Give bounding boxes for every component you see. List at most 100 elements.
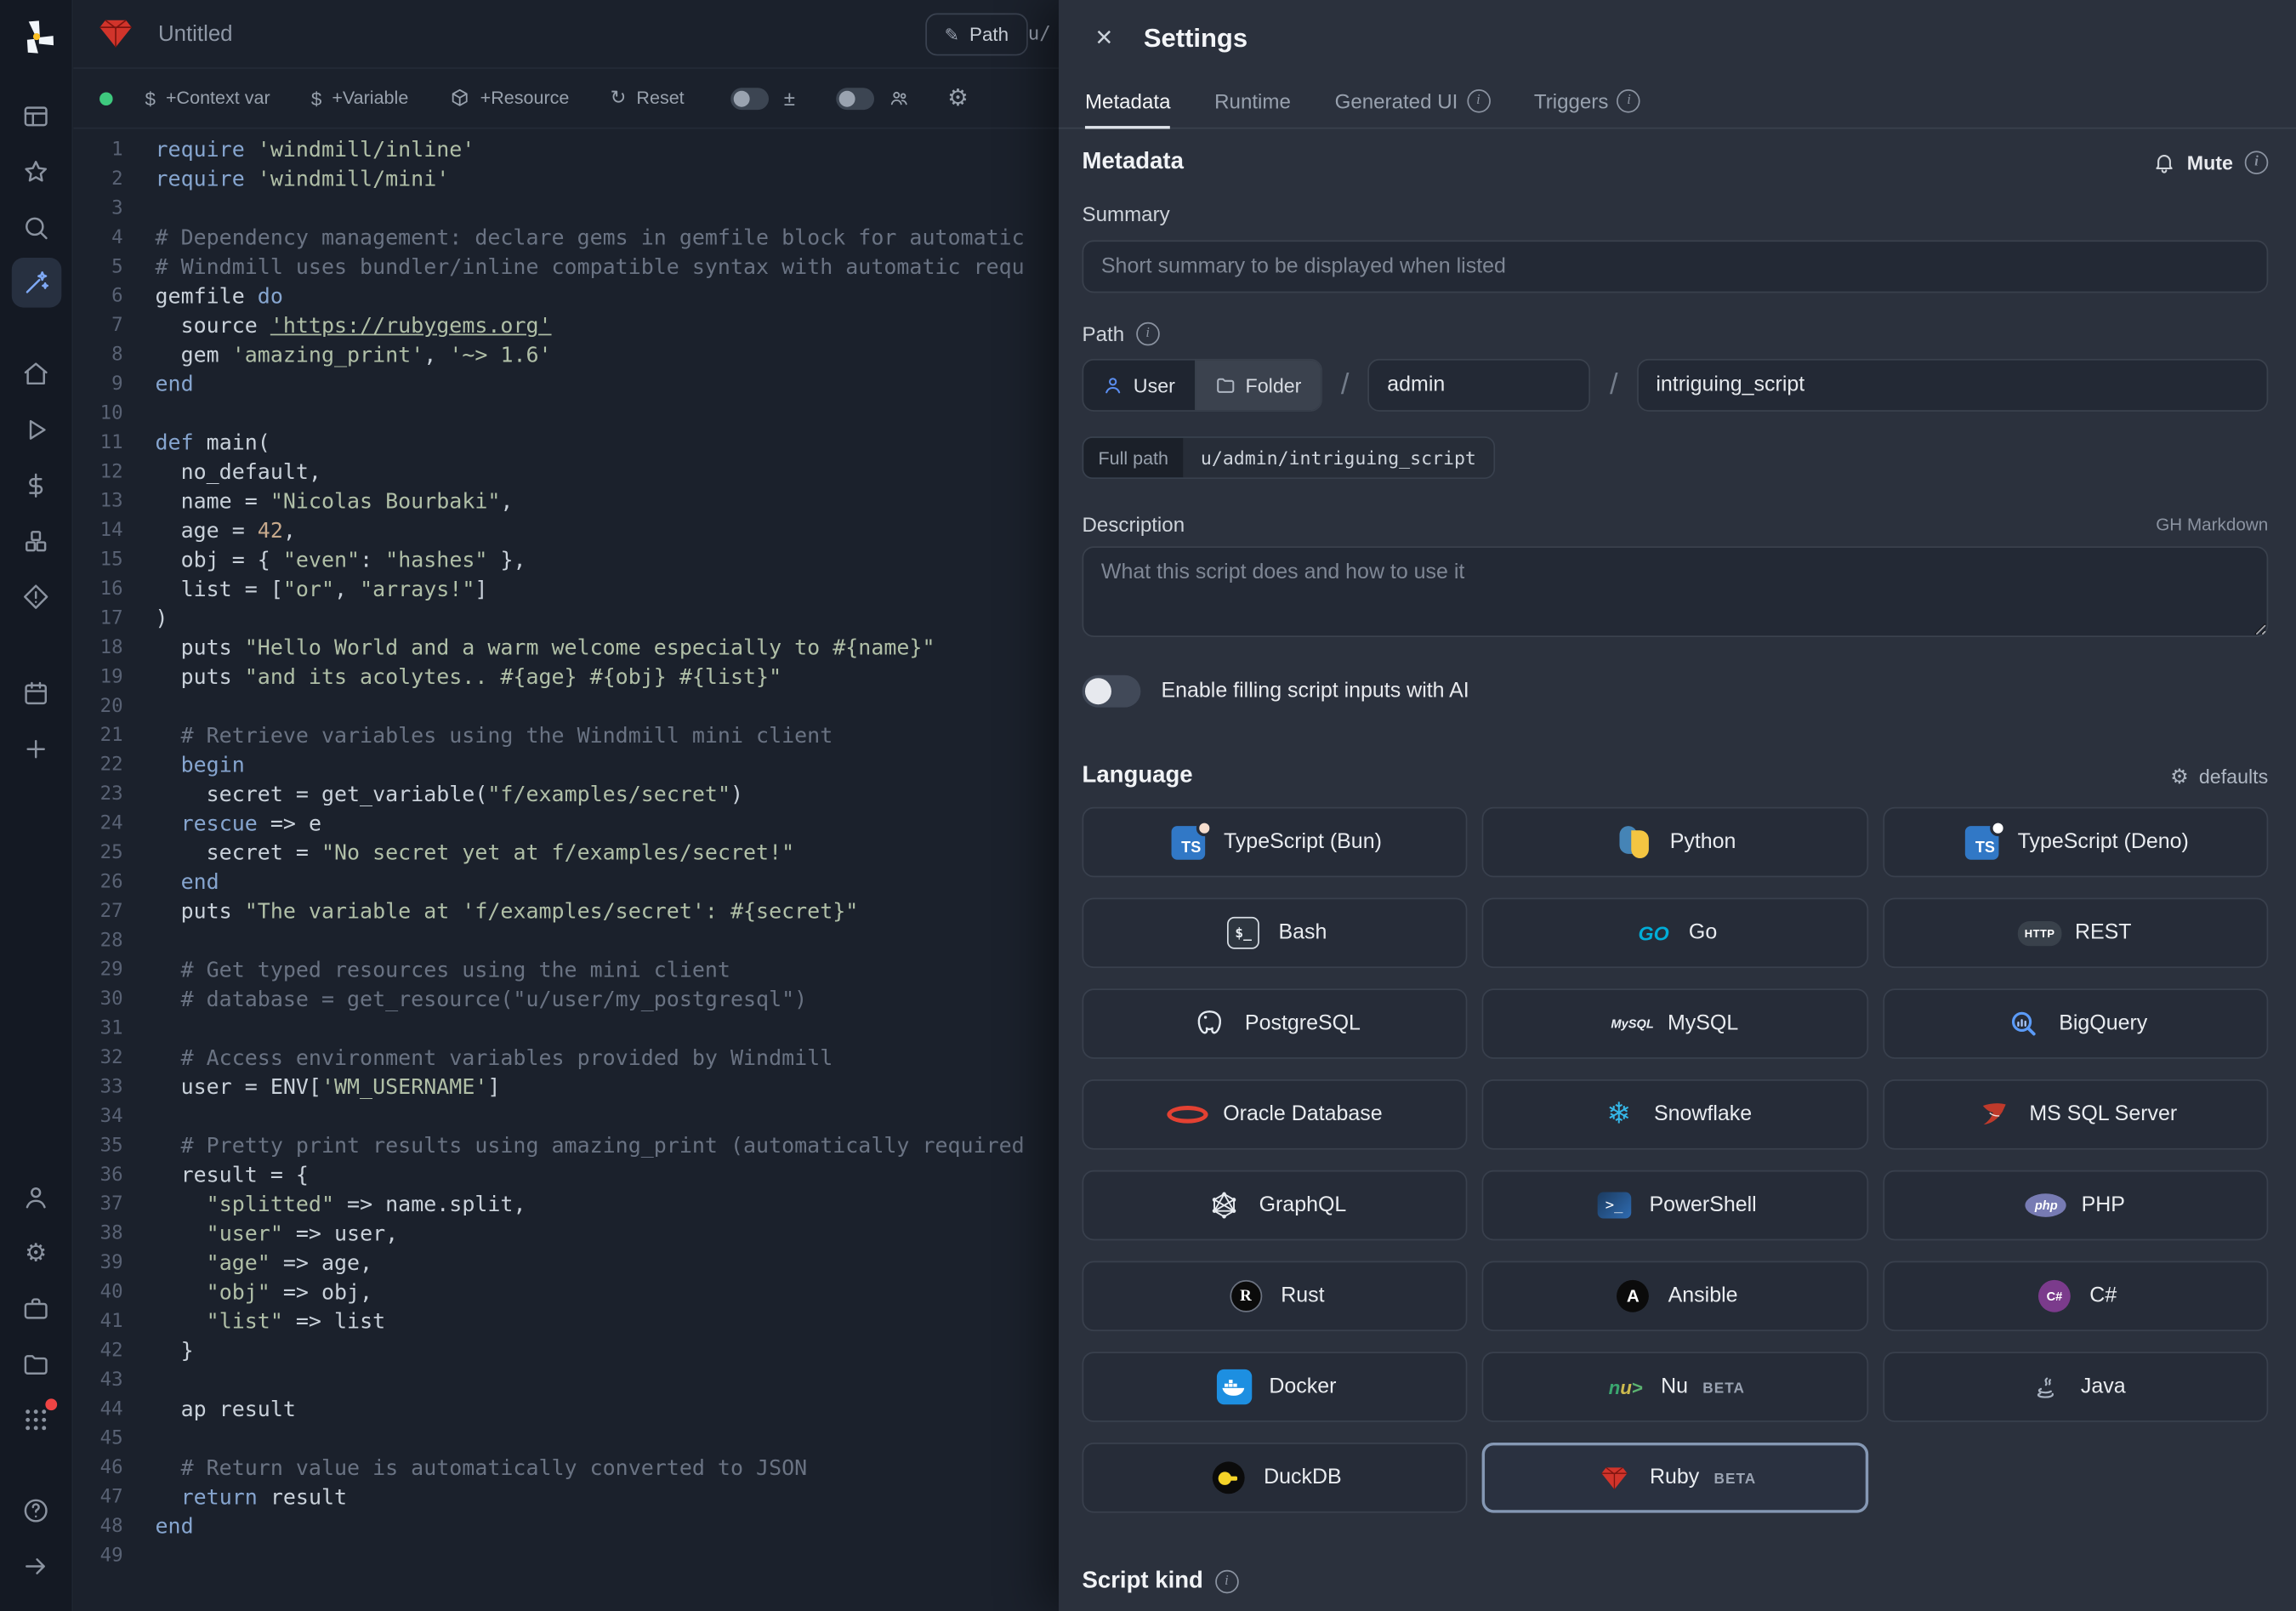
language-powershell[interactable]: >_PowerShell	[1482, 1170, 1867, 1241]
dollar-icon: $	[311, 87, 321, 109]
tab-generated-ui[interactable]: Generated UI i	[1335, 89, 1491, 128]
language-postgresql[interactable]: PostgreSQL	[1083, 988, 1468, 1059]
language-ansible[interactable]: AAnsible	[1482, 1261, 1867, 1331]
language-go[interactable]: GOGo	[1482, 897, 1867, 968]
editor-settings-icon[interactable]: ⚙	[947, 83, 969, 112]
code-text: require 'windmill/inline'	[156, 136, 475, 165]
close-button[interactable]: ×	[1083, 16, 1127, 60]
description-textarea[interactable]	[1083, 546, 2269, 637]
sidebar-item-help[interactable]	[11, 1485, 61, 1535]
language-graphql[interactable]: GraphQL	[1083, 1170, 1468, 1241]
language-oracle-database[interactable]: Oracle Database	[1083, 1079, 1468, 1150]
line-number: 35	[73, 1132, 155, 1161]
info-icon[interactable]: i	[1467, 89, 1491, 113]
sidebar-item-grid[interactable]	[11, 1394, 61, 1444]
docker-icon	[1213, 1368, 1254, 1406]
sidebar-item-alert-diamond[interactable]	[11, 572, 61, 622]
python-icon	[1614, 823, 1655, 862]
tab-triggers[interactable]: Triggers i	[1534, 89, 1640, 128]
info-icon[interactable]: i	[1136, 322, 1160, 346]
owner-input[interactable]	[1368, 359, 1591, 412]
cube-icon	[450, 88, 470, 108]
info-icon[interactable]: i	[1617, 89, 1641, 113]
script-name-input[interactable]	[1637, 359, 2268, 412]
script-title-input[interactable]: Untitled	[158, 21, 451, 46]
language-java[interactable]: Java	[1883, 1352, 2268, 1422]
sidebar-item-folder[interactable]	[11, 1339, 61, 1389]
folder-toggle[interactable]: Folder	[1194, 361, 1321, 411]
diff-icon[interactable]: ±	[784, 87, 795, 111]
code-text: require 'windmill/mini'	[156, 166, 450, 195]
code-text: result = {	[156, 1161, 309, 1190]
ai-fill-toggle[interactable]	[1083, 675, 1141, 708]
sidebar-item-search[interactable]	[11, 202, 61, 253]
path-button[interactable]: ✎ Path	[925, 13, 1027, 55]
language-label: Java	[2081, 1375, 2126, 1399]
code-text: }	[156, 1337, 194, 1366]
add-variable-button[interactable]: $ +Variable	[311, 87, 408, 109]
sidebar-item-collapse[interactable]	[11, 1540, 61, 1591]
language-nu[interactable]: nu>NuBETA	[1482, 1352, 1867, 1422]
path-separator: /	[1341, 368, 1350, 402]
defaults-button[interactable]: ⚙ defaults	[2170, 764, 2268, 788]
sidebar-item-gear[interactable]: ⚙	[11, 1227, 61, 1278]
code-text: "age" => age,	[156, 1250, 373, 1278]
language-c[interactable]: C#C#	[1883, 1261, 2268, 1331]
summary-input[interactable]	[1083, 240, 2269, 293]
line-number: 9	[73, 371, 155, 400]
sidebar-item-calendar[interactable]	[11, 668, 61, 718]
mssql-icon	[1974, 1096, 2015, 1134]
sidebar-item-plus[interactable]	[11, 724, 61, 774]
full-path: Full path u/admin/intriguing_script	[1083, 436, 1496, 479]
language-duckdb[interactable]: DuckDB	[1083, 1443, 1468, 1513]
sidebar-item-dollar[interactable]	[11, 460, 61, 510]
add-context-var-button[interactable]: $ +Context var	[145, 87, 270, 109]
sidebar-item-user[interactable]	[11, 1171, 61, 1221]
info-icon[interactable]: i	[1215, 1570, 1239, 1594]
beta-badge: BETA	[1713, 1472, 1756, 1488]
nu-icon: nu>	[1605, 1368, 1646, 1406]
language-ms-sql-server[interactable]: MS SQL Server	[1883, 1079, 2268, 1150]
sidebar-item-blocks[interactable]	[11, 515, 61, 566]
full-path-label: Full path	[1083, 438, 1183, 477]
language-rust[interactable]: RRust	[1083, 1261, 1468, 1331]
tab-metadata[interactable]: Metadata	[1085, 89, 1171, 128]
bash-icon: $_	[1223, 914, 1264, 952]
reset-button[interactable]: ↻ Reset	[611, 87, 685, 111]
language-label: MySQL	[1668, 1012, 1738, 1036]
language-typescript-deno[interactable]: TSTypeScript (Deno)	[1883, 807, 2268, 878]
tab-runtime[interactable]: Runtime	[1214, 89, 1291, 128]
language-python[interactable]: Python	[1482, 807, 1867, 878]
code-text: "obj" => obj,	[156, 1278, 373, 1307]
sidebar-item-monitor[interactable]	[11, 91, 61, 141]
sidebar-item-briefcase[interactable]	[11, 1283, 61, 1333]
add-resource-button[interactable]: +Resource	[450, 88, 570, 108]
language-mysql[interactable]: MySQLMySQL	[1482, 988, 1867, 1059]
sidebar-item-star[interactable]	[11, 146, 61, 196]
info-icon[interactable]: i	[2245, 151, 2269, 174]
path-prefix-text: u/	[1028, 24, 1051, 46]
language-bigquery[interactable]: BigQuery	[1883, 988, 2268, 1059]
sidebar-item-play[interactable]	[11, 404, 61, 454]
language-snowflake[interactable]: ❄Snowflake	[1482, 1079, 1867, 1150]
sidebar-item-magic-wand[interactable]	[11, 258, 61, 308]
language-ruby[interactable]: RubyBETA	[1482, 1443, 1867, 1513]
duckdb-icon	[1208, 1459, 1249, 1497]
diff-toggle[interactable]	[731, 87, 770, 109]
user-toggle[interactable]: User	[1083, 361, 1194, 411]
language-rest[interactable]: HTTPREST	[1883, 897, 2268, 968]
language-docker[interactable]: Docker	[1083, 1352, 1468, 1422]
line-number: 20	[73, 692, 155, 721]
language-grid: TSTypeScript (Bun)PythonTSTypeScript (De…	[1083, 807, 2269, 1513]
language-label: Docker	[1269, 1375, 1336, 1399]
sidebar-item-home[interactable]	[11, 349, 61, 399]
language-typescript-bun[interactable]: TSTypeScript (Bun)	[1083, 807, 1468, 878]
multiplayer-icon[interactable]	[889, 88, 909, 108]
code-text: def main(	[156, 429, 270, 458]
mute-button[interactable]: Mute i	[2151, 151, 2268, 174]
windmill-logo-icon[interactable]	[17, 18, 55, 56]
language-bash[interactable]: $_Bash	[1083, 897, 1468, 968]
multiplayer-toggle[interactable]	[836, 87, 874, 109]
language-php[interactable]: phpPHP	[1883, 1170, 2268, 1241]
code-text: # Get typed resources using the mini cli…	[156, 956, 730, 985]
